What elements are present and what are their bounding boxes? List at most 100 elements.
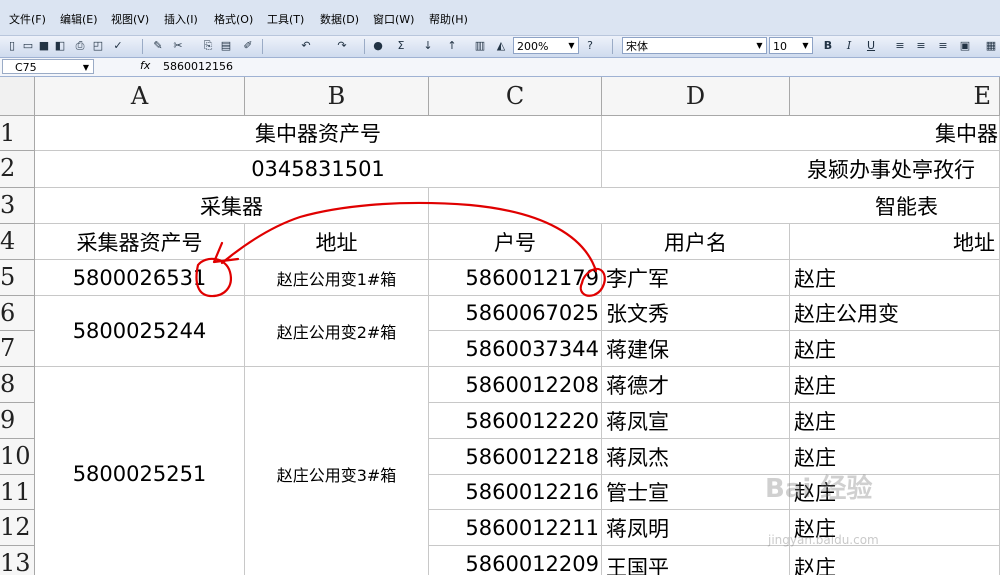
- cut-icon[interactable]: ✂: [170, 38, 186, 54]
- row-header[interactable]: 5: [0, 260, 35, 296]
- chevron-down-icon[interactable]: ▼: [754, 39, 765, 52]
- cell-user-name[interactable]: 蒋建保: [602, 331, 790, 367]
- menu-window[interactable]: 窗口(W): [373, 11, 414, 27]
- row-header[interactable]: 4: [0, 224, 35, 260]
- cell-user-address[interactable]: 赵庄公用变: [790, 296, 1000, 331]
- italic-button[interactable]: I: [841, 38, 857, 54]
- cell-collector-label[interactable]: 采集器: [35, 188, 429, 224]
- autosum-icon[interactable]: Σ: [393, 38, 409, 54]
- cell-collector-address[interactable]: 赵庄公用变3#箱: [245, 367, 429, 575]
- cell-collector-address[interactable]: 赵庄公用变1#箱: [245, 260, 429, 296]
- cell-user-name[interactable]: 李广军: [602, 260, 790, 296]
- cell-concentrator-label[interactable]: 集中器资产号: [35, 116, 602, 151]
- header-collector-id[interactable]: 采集器资产号: [35, 224, 245, 260]
- permission-icon[interactable]: ◧: [52, 38, 68, 54]
- save-icon[interactable]: ■: [36, 38, 52, 54]
- menu-file[interactable]: 文件(F): [9, 11, 46, 27]
- row-header[interactable]: 3: [0, 188, 35, 224]
- row-header[interactable]: 9: [0, 403, 35, 439]
- column-header-d[interactable]: D: [602, 77, 790, 116]
- menu-data[interactable]: 数据(D): [320, 11, 359, 27]
- cell-account-no[interactable]: 5860012216: [429, 475, 602, 510]
- spelling-icon[interactable]: ✓: [110, 38, 126, 54]
- row-header[interactable]: 6: [0, 296, 35, 331]
- font-size-select[interactable]: 10 ▼: [769, 37, 813, 54]
- align-left-icon[interactable]: ≡: [892, 38, 908, 54]
- formula-input[interactable]: 5860012156: [163, 59, 233, 74]
- cell-account-no[interactable]: 5860012218: [429, 439, 602, 475]
- row-header[interactable]: 12: [0, 510, 35, 546]
- font-name-select[interactable]: 宋体 ▼: [622, 37, 767, 54]
- print-icon[interactable]: ⎙: [72, 38, 88, 54]
- cell-collector-id[interactable]: 5800025251: [35, 367, 245, 575]
- column-header-b[interactable]: B: [245, 77, 429, 116]
- help-icon[interactable]: ?: [582, 38, 598, 54]
- row-header[interactable]: 1: [0, 116, 35, 151]
- open-file-icon[interactable]: ▭: [20, 38, 36, 54]
- cell-account-no[interactable]: 5860037344: [429, 331, 602, 367]
- cell-account-no[interactable]: 5860012179: [429, 260, 602, 296]
- cell-user-address[interactable]: 赵庄: [790, 331, 1000, 367]
- cell-concentrator-id[interactable]: 0345831501: [35, 151, 602, 188]
- bold-button[interactable]: B: [820, 38, 836, 54]
- select-all-corner[interactable]: [0, 77, 35, 116]
- print-preview-icon[interactable]: ◰: [90, 38, 106, 54]
- cell-user-address[interactable]: 赵庄: [790, 260, 1000, 296]
- drawing-icon[interactable]: ◭: [493, 38, 509, 54]
- row-header[interactable]: 13: [0, 546, 35, 575]
- cell-user-name[interactable]: 蒋凤明: [602, 510, 790, 546]
- name-box[interactable]: C75 ▼: [2, 59, 94, 74]
- cell-user-address[interactable]: 赵庄: [790, 367, 1000, 403]
- row-header[interactable]: 10: [0, 439, 35, 475]
- cell-user-address[interactable]: 赵庄: [790, 403, 1000, 439]
- row-header[interactable]: 8: [0, 367, 35, 403]
- cell-user-name[interactable]: 蒋德才: [602, 367, 790, 403]
- row-header[interactable]: 11: [0, 475, 35, 510]
- column-header-c[interactable]: C: [429, 77, 602, 116]
- cell-user-name[interactable]: 管士宣: [602, 475, 790, 510]
- function-icon[interactable]: fx: [140, 59, 150, 72]
- column-header-e[interactable]: E: [790, 77, 1000, 116]
- cell-account-no[interactable]: 5860012209: [429, 546, 602, 575]
- cell-account-no[interactable]: 5860012220: [429, 403, 602, 439]
- menu-view[interactable]: 视图(V): [111, 11, 149, 27]
- cell-smart-meter-label[interactable]: 智能表: [429, 188, 1000, 224]
- menu-insert[interactable]: 插入(I): [164, 11, 198, 27]
- header-user-name[interactable]: 用户名: [602, 224, 790, 260]
- hyperlink-icon[interactable]: ●: [370, 38, 386, 54]
- cell-collector-address[interactable]: 赵庄公用变2#箱: [245, 296, 429, 367]
- zoom-select[interactable]: 200% ▼: [513, 37, 579, 54]
- cell-user-name[interactable]: 王国平: [602, 546, 790, 575]
- menu-format[interactable]: 格式(O): [214, 11, 253, 27]
- undo-icon[interactable]: ↶: [298, 38, 314, 54]
- cell-concentrator-label-right[interactable]: 集中器: [602, 116, 1000, 151]
- new-file-icon[interactable]: ▯: [4, 38, 20, 54]
- sort-ascending-icon[interactable]: ↓: [420, 38, 436, 54]
- cell-collector-id[interactable]: 5800025244: [35, 296, 245, 367]
- row-header[interactable]: 2: [0, 151, 35, 188]
- underline-button[interactable]: U: [863, 38, 879, 54]
- cell-account-no[interactable]: 5860067025: [429, 296, 602, 331]
- currency-icon[interactable]: ▦: [983, 38, 999, 54]
- merge-center-icon[interactable]: ▣: [957, 38, 973, 54]
- cell-account-no[interactable]: 5860012211: [429, 510, 602, 546]
- menu-help[interactable]: 帮助(H): [429, 11, 468, 27]
- redo-icon[interactable]: ↷: [334, 38, 350, 54]
- cell-user-address[interactable]: 赵庄: [790, 546, 1000, 575]
- sort-descending-icon[interactable]: ↑: [444, 38, 460, 54]
- cell-collector-id[interactable]: 5800026531: [35, 260, 245, 296]
- research-icon[interactable]: ✎: [150, 38, 166, 54]
- cell-user-name[interactable]: 张文秀: [602, 296, 790, 331]
- align-center-icon[interactable]: ≡: [913, 38, 929, 54]
- cell-location[interactable]: 泉颍办事处亭孜行: [602, 151, 1000, 188]
- header-address-e[interactable]: 地址: [790, 224, 1000, 260]
- menu-edit[interactable]: 编辑(E): [60, 11, 98, 27]
- align-right-icon[interactable]: ≡: [935, 38, 951, 54]
- cell-user-name[interactable]: 蒋凤杰: [602, 439, 790, 475]
- chart-wizard-icon[interactable]: ▥: [472, 38, 488, 54]
- header-account-no[interactable]: 户号: [429, 224, 602, 260]
- format-painter-icon[interactable]: ✐: [240, 38, 256, 54]
- cell-user-name[interactable]: 蒋凤宣: [602, 403, 790, 439]
- copy-icon[interactable]: ⎘: [200, 38, 216, 54]
- chevron-down-icon[interactable]: ▼: [83, 60, 89, 75]
